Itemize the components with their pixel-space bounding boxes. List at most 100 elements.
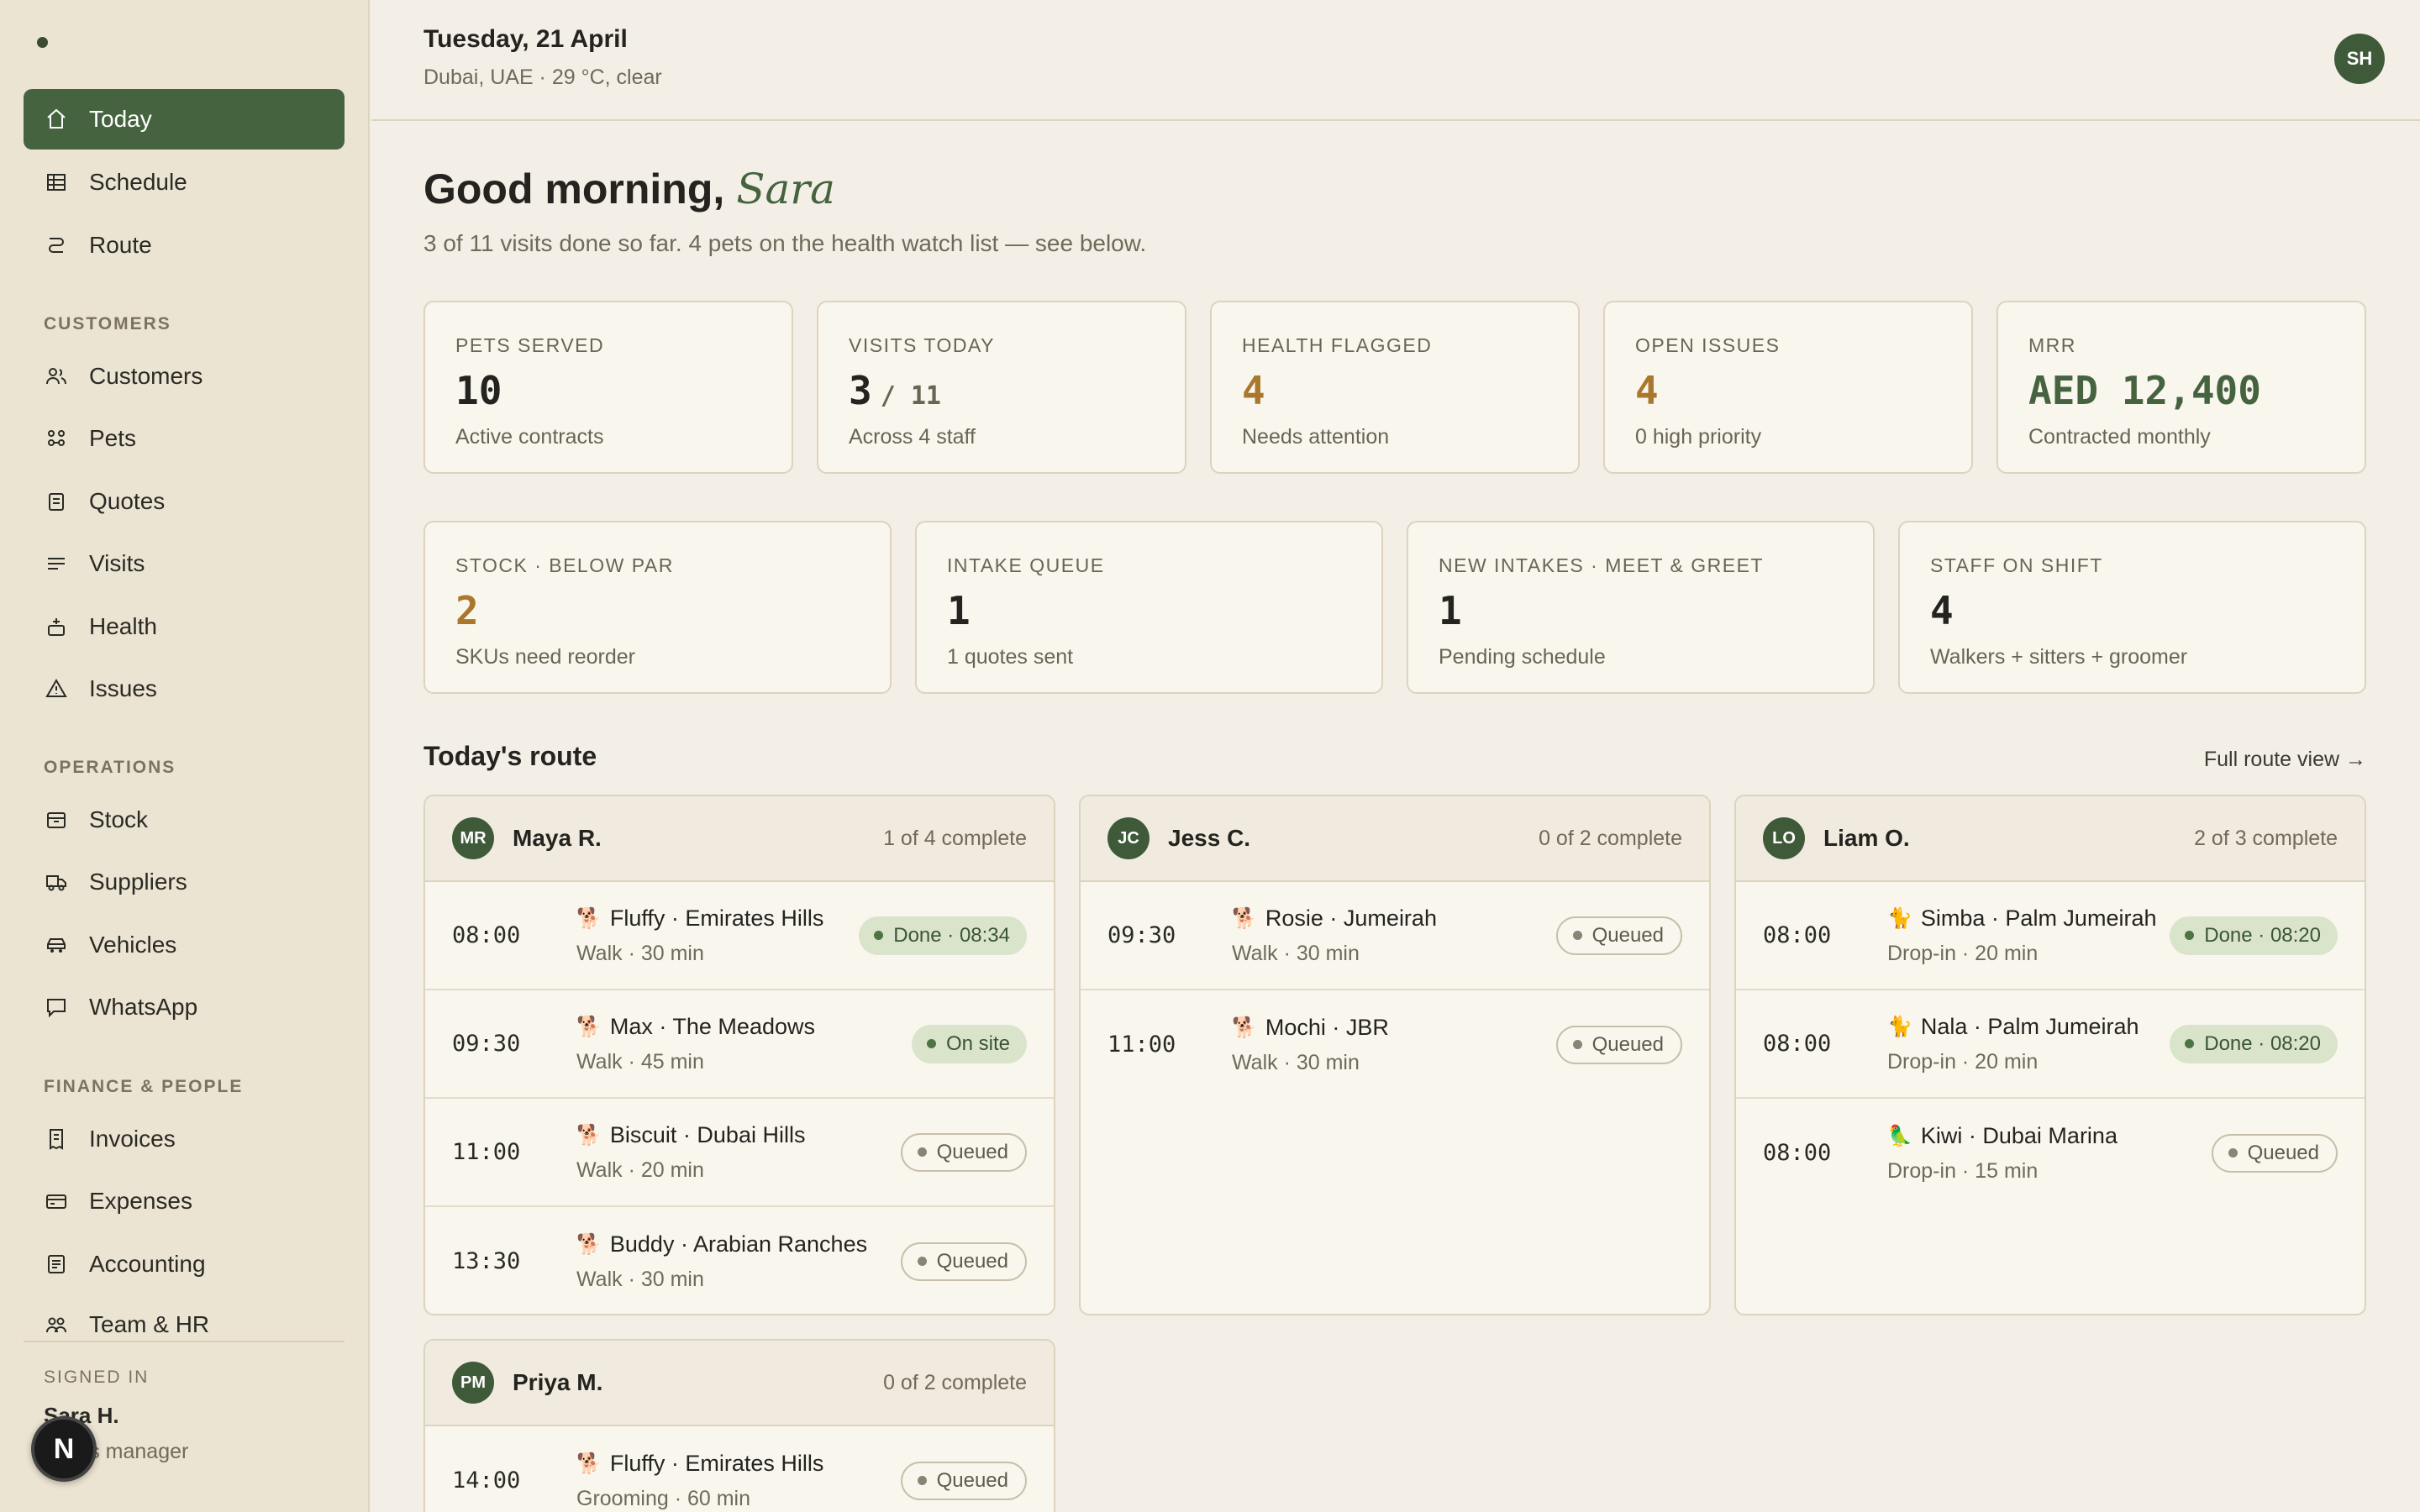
stat-value: 4 (1635, 368, 1659, 413)
receipt-icon (44, 1126, 69, 1152)
visit-row[interactable]: 09:30 🐕 Rosie · Jumeirah Walk · 30 min Queue… (1081, 882, 1709, 990)
sidebar-item-label: Route (89, 232, 152, 258)
status-dot-icon (874, 931, 884, 940)
sidebar-item-team-hr[interactable]: Team & HR (24, 1296, 345, 1338)
stat-label: STAFF ON SHIFT (1930, 554, 2103, 576)
user-avatar[interactable]: SH (2334, 34, 2385, 84)
stat-label: NEW INTAKES · MEET & GREET (1439, 554, 1765, 576)
sidebar-item-label: Pets (89, 425, 137, 452)
route-title: Today's route (424, 741, 597, 771)
sidebar-item-accounting[interactable]: Accounting (24, 1234, 345, 1294)
sidebar-item-expenses[interactable]: Expenses (24, 1171, 345, 1231)
box-icon (44, 807, 69, 832)
staff-card-header: LO Liam O. 2 of 3 complete (1736, 796, 2365, 882)
greeting-prefix: Good morning, (424, 165, 725, 213)
status-text: Queued (1591, 1032, 1664, 1056)
visit-meta: Walk · 30 min (1232, 1050, 1360, 1074)
staff-name: Jess C. (1168, 825, 1251, 851)
car-icon (44, 932, 69, 958)
visit-row[interactable]: 14:00 🐕 Fluffy · Emirates Hills Grooming · … (425, 1426, 1054, 1512)
sidebar-item-label: Invoices (89, 1126, 176, 1152)
staff-card-header: PM Priya M. 0 of 2 complete (425, 1341, 1054, 1426)
sidebar-item-route[interactable]: Route (24, 215, 345, 276)
visit-meta: Drop-in · 20 min (1887, 941, 2039, 965)
status-dot-icon (926, 1039, 936, 1048)
status-text: Done · 08:34 (893, 923, 1010, 947)
sidebar-item-label: Today (89, 106, 152, 132)
visit-meta: Walk · 30 min (1232, 941, 1360, 965)
visit-row[interactable]: 08:00 🐈 Simba · Palm Jumeirah Drop-in · 20 … (1736, 882, 2365, 990)
stat-value: 1 (947, 588, 971, 633)
stat-subtext: Contracted monthly (2028, 425, 2211, 449)
sidebar-item-quotes[interactable]: Quotes (24, 471, 345, 532)
visit-title-text: Fluffy · Emirates Hills (609, 1450, 824, 1476)
staff-progress: 1 of 4 complete (883, 826, 1027, 850)
sidebar-item-issues[interactable]: Issues (24, 659, 345, 719)
sidebar-item-whatsapp[interactable]: WhatsApp (24, 977, 345, 1037)
sidebar-item-pets[interactable]: Pets (24, 408, 345, 469)
sidebar-item-schedule[interactable]: Schedule (24, 152, 345, 213)
sidebar-item-today[interactable]: Today (24, 89, 345, 150)
sidebar-item-health[interactable]: Health (24, 596, 345, 657)
sidebar-item-stock[interactable]: Stock (24, 790, 345, 850)
sidebar-item-visits[interactable]: Visits (24, 533, 345, 594)
sidebar-item-suppliers[interactable]: Suppliers (24, 852, 345, 912)
status-dot-icon (1572, 1040, 1582, 1049)
pet-icon: 🦜 (1887, 1124, 1912, 1147)
stat-label: PETS SERVED (455, 334, 605, 356)
sidebar-item-invoices[interactable]: Invoices (24, 1109, 345, 1169)
visit-time: 08:00 (452, 922, 521, 948)
status-dot-icon (1572, 931, 1582, 940)
status-text: Done · 08:20 (2204, 1032, 2321, 1055)
visit-title: 🐕 Biscuit · Dubai Hills (576, 1122, 901, 1148)
visit-meta: Walk · 30 min (576, 941, 704, 965)
visit-title-text: Nala · Palm Jumeirah (1920, 1013, 2139, 1039)
visit-row[interactable]: 08:00 🐈 Nala · Palm Jumeirah Drop-in · 20 m… (1736, 990, 2365, 1099)
warning-icon (44, 676, 69, 701)
health-icon (44, 614, 69, 639)
visit-row[interactable]: 08:00 🐕 Fluffy · Emirates Hills Walk · 30 m… (425, 882, 1054, 990)
current-date: Tuesday, 21 April (424, 25, 628, 53)
status-text: Queued (1591, 923, 1664, 947)
truck-icon (44, 869, 69, 895)
status-badge: Queued (900, 1132, 1027, 1172)
visit-title-text: Kiwi · Dubai Marina (1920, 1122, 2118, 1148)
visit-row[interactable]: 13:30 🐕 Buddy · Arabian Ranches Walk · 30 m… (425, 1207, 1054, 1314)
sidebar-item-label: Suppliers (89, 869, 187, 895)
staff-name: Priya M. (513, 1369, 603, 1395)
visit-info: 🦜 Kiwi · Dubai Marina Drop-in · 15 min (1887, 1123, 2212, 1184)
visit-title-text: Simba · Palm Jumeirah (1920, 905, 2157, 931)
pet-icon: 🐕 (576, 906, 602, 930)
sidebar-item-customers[interactable]: Customers (24, 346, 345, 407)
visit-row[interactable]: 11:00 🐕 Mochi · JBR Walk · 30 min Queued (1081, 990, 1709, 1099)
dev-badge[interactable]: N (31, 1416, 97, 1482)
stat-subtext: Walkers + sitters + groomer (1930, 645, 2188, 669)
sidebar-item-vehicles[interactable]: Vehicles (24, 915, 345, 975)
stat-number: AED 12,400 (2028, 368, 2261, 413)
visit-title: 🦜 Kiwi · Dubai Marina (1887, 1123, 2212, 1149)
visit-time: 13:30 (452, 1248, 521, 1274)
visit-title: 🐈 Simba · Palm Jumeirah (1887, 906, 2170, 932)
stat-number: 10 (455, 368, 502, 413)
visit-info: 🐕 Fluffy · Emirates Hills Grooming · 60 mi… (576, 1451, 901, 1511)
visit-time: 11:00 (1107, 1032, 1176, 1058)
sidebar-item-label: Expenses (89, 1188, 192, 1215)
stat-label: MRR (2028, 334, 2076, 356)
stat-subtext: Needs attention (1242, 425, 1390, 449)
sidebar: Today Schedule Route CUSTOMERS Customers Pets… (0, 0, 370, 1512)
stat-card: STAFF ON SHIFT 4 Walkers + sitters + groom… (1898, 521, 2366, 694)
status-text: Queued (936, 1468, 1008, 1492)
full-route-link[interactable]: Full route view → (2204, 748, 2366, 772)
visit-row[interactable]: 08:00 🦜 Kiwi · Dubai Marina Drop-in · 15 mi… (1736, 1099, 2365, 1207)
status-dot-icon (2228, 1148, 2238, 1158)
visit-time: 08:00 (1763, 1140, 1832, 1166)
sidebar-item-label: Issues (89, 675, 157, 701)
staff-route-card: JC Jess C. 0 of 2 complete 09:30 🐕 Rosie · Ju… (1079, 795, 1711, 1315)
visit-title-text: Buddy · Arabian Ranches (609, 1231, 868, 1257)
visit-row[interactable]: 11:00 🐕 Biscuit · Dubai Hills Walk · 20 min… (425, 1099, 1054, 1207)
status-text: Queued (2247, 1141, 2319, 1164)
grid-icon (44, 170, 69, 195)
visit-title-text: Rosie · Jumeirah (1265, 905, 1437, 931)
visit-row[interactable]: 09:30 🐕 Max · The Meadows Walk · 45 min On s… (425, 990, 1054, 1099)
visit-meta: Walk · 30 min (576, 1267, 704, 1291)
